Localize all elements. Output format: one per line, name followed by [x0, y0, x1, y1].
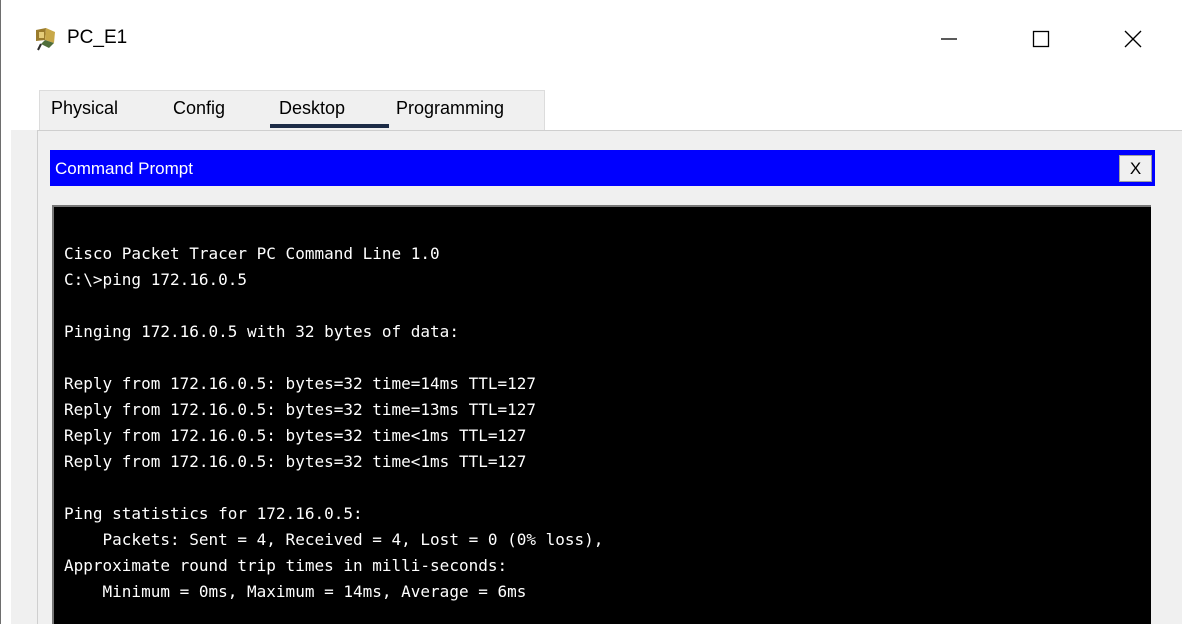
terminal-line: Reply from 172.16.0.5: bytes=32 time=13m… [64, 400, 537, 419]
command-prompt-header: Command Prompt X [50, 150, 1155, 186]
tab-programming[interactable]: Programming [396, 98, 504, 119]
terminal-line: Reply from 172.16.0.5: bytes=32 time<1ms… [64, 452, 527, 471]
window-title: PC_E1 [67, 27, 128, 48]
terminal-line: Approximate round trip times in milli-se… [64, 556, 508, 575]
pc-window: PC_E1 Physical Config Desktop Programmin [0, 0, 1182, 624]
terminal-line: Reply from 172.16.0.5: bytes=32 time<1ms… [64, 426, 527, 445]
minimize-icon [941, 38, 957, 40]
tab-strip: Physical Config Desktop Programming [39, 90, 545, 130]
terminal-line: Minimum = 0ms, Maximum = 14ms, Average =… [64, 582, 527, 601]
maximize-icon [1032, 30, 1050, 48]
terminal-line: Ping statistics for 172.16.0.5: [64, 504, 363, 523]
tab-bar: Physical Config Desktop Programming [11, 80, 1182, 130]
tab-config[interactable]: Config [173, 98, 225, 119]
terminal-line: Cisco Packet Tracer PC Command Line 1.0 [64, 244, 440, 263]
terminal-line: C:\>ping 172.16.0.5 [64, 270, 248, 289]
tab-desktop[interactable]: Desktop [279, 98, 345, 119]
packet-tracer-pc-icon [33, 26, 59, 52]
desktop-content: Command Prompt X Cisco Packet Tracer PC … [37, 130, 1182, 624]
minimize-button[interactable] [926, 16, 972, 62]
terminal-line: Pinging 172.16.0.5 with 32 bytes of data… [64, 322, 459, 341]
close-icon [1124, 30, 1142, 48]
close-button[interactable] [1110, 16, 1156, 62]
tab-physical[interactable]: Physical [51, 98, 118, 119]
device-panel: Physical Config Desktop Programming Comm… [11, 80, 1182, 624]
active-tab-indicator [270, 124, 389, 128]
title-bar: PC_E1 [1, 0, 1182, 80]
command-prompt-close-button[interactable]: X [1119, 155, 1152, 182]
terminal-output[interactable]: Cisco Packet Tracer PC Command Line 1.0 … [52, 205, 1151, 624]
maximize-button[interactable] [1018, 16, 1064, 62]
command-prompt-title: Command Prompt [55, 159, 193, 178]
terminal-line: Packets: Sent = 4, Received = 4, Lost = … [64, 530, 604, 549]
terminal-line: Reply from 172.16.0.5: bytes=32 time=14m… [64, 374, 537, 393]
